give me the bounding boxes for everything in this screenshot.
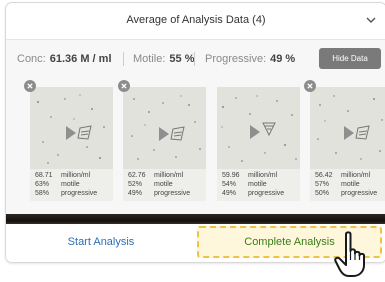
chevron-down-icon[interactable] bbox=[364, 13, 378, 27]
divider bbox=[123, 52, 124, 66]
close-icon[interactable] bbox=[118, 80, 130, 92]
sample-card[interactable]: 68.71 million/ml 63% motile 58% progressive bbox=[30, 87, 113, 201]
sample-thumbnails: 68.71 million/ml 63% motile 58% progressive bbox=[6, 78, 385, 214]
motile-stat: Motile: 55 % bbox=[133, 53, 195, 65]
divider bbox=[194, 52, 195, 66]
sample-metrics: 62.76 million/ml 52% motile 49% progressive bbox=[123, 169, 206, 201]
sample-card[interactable]: 56.42 million/ml 57% motile 50% progressive bbox=[310, 87, 385, 201]
summary-bar: Conc: 61.36 M / ml Motile: 55 % Progressiv… bbox=[6, 40, 385, 78]
hide-data-button[interactable]: Hide Data bbox=[319, 48, 381, 69]
start-analysis-button[interactable]: Start Analysis bbox=[34, 236, 168, 248]
sample-metrics: 56.42 million/ml 57% motile 50% progressive bbox=[310, 169, 385, 201]
sample-metrics: 68.71 million/ml 63% motile 58% progressive bbox=[30, 169, 113, 201]
sample-card[interactable]: 62.76 million/ml 52% motile 49% progressive bbox=[123, 87, 206, 201]
sample-card[interactable]: 59.96 million/ml 54% motile 49% progressive bbox=[217, 87, 300, 201]
analysis-panel: Average of Analysis Data (4) Conc: 61.36 … bbox=[5, 2, 385, 263]
action-bar: Start Analysis Complete Analysis bbox=[6, 224, 385, 262]
close-icon[interactable] bbox=[24, 80, 36, 92]
sample-metrics: 59.96 million/ml 54% motile 49% progressive bbox=[217, 169, 300, 201]
progressive-stat: Progressive: 49 % bbox=[205, 53, 296, 65]
panel-title: Average of Analysis Data (4) bbox=[126, 14, 266, 26]
panel-header[interactable]: Average of Analysis Data (4) bbox=[6, 3, 385, 40]
close-icon[interactable] bbox=[304, 80, 316, 92]
hand-pointer-cursor bbox=[334, 231, 365, 277]
video-preview-strip bbox=[6, 214, 385, 224]
concentration-stat: Conc: 61.36 M / ml bbox=[17, 53, 112, 65]
